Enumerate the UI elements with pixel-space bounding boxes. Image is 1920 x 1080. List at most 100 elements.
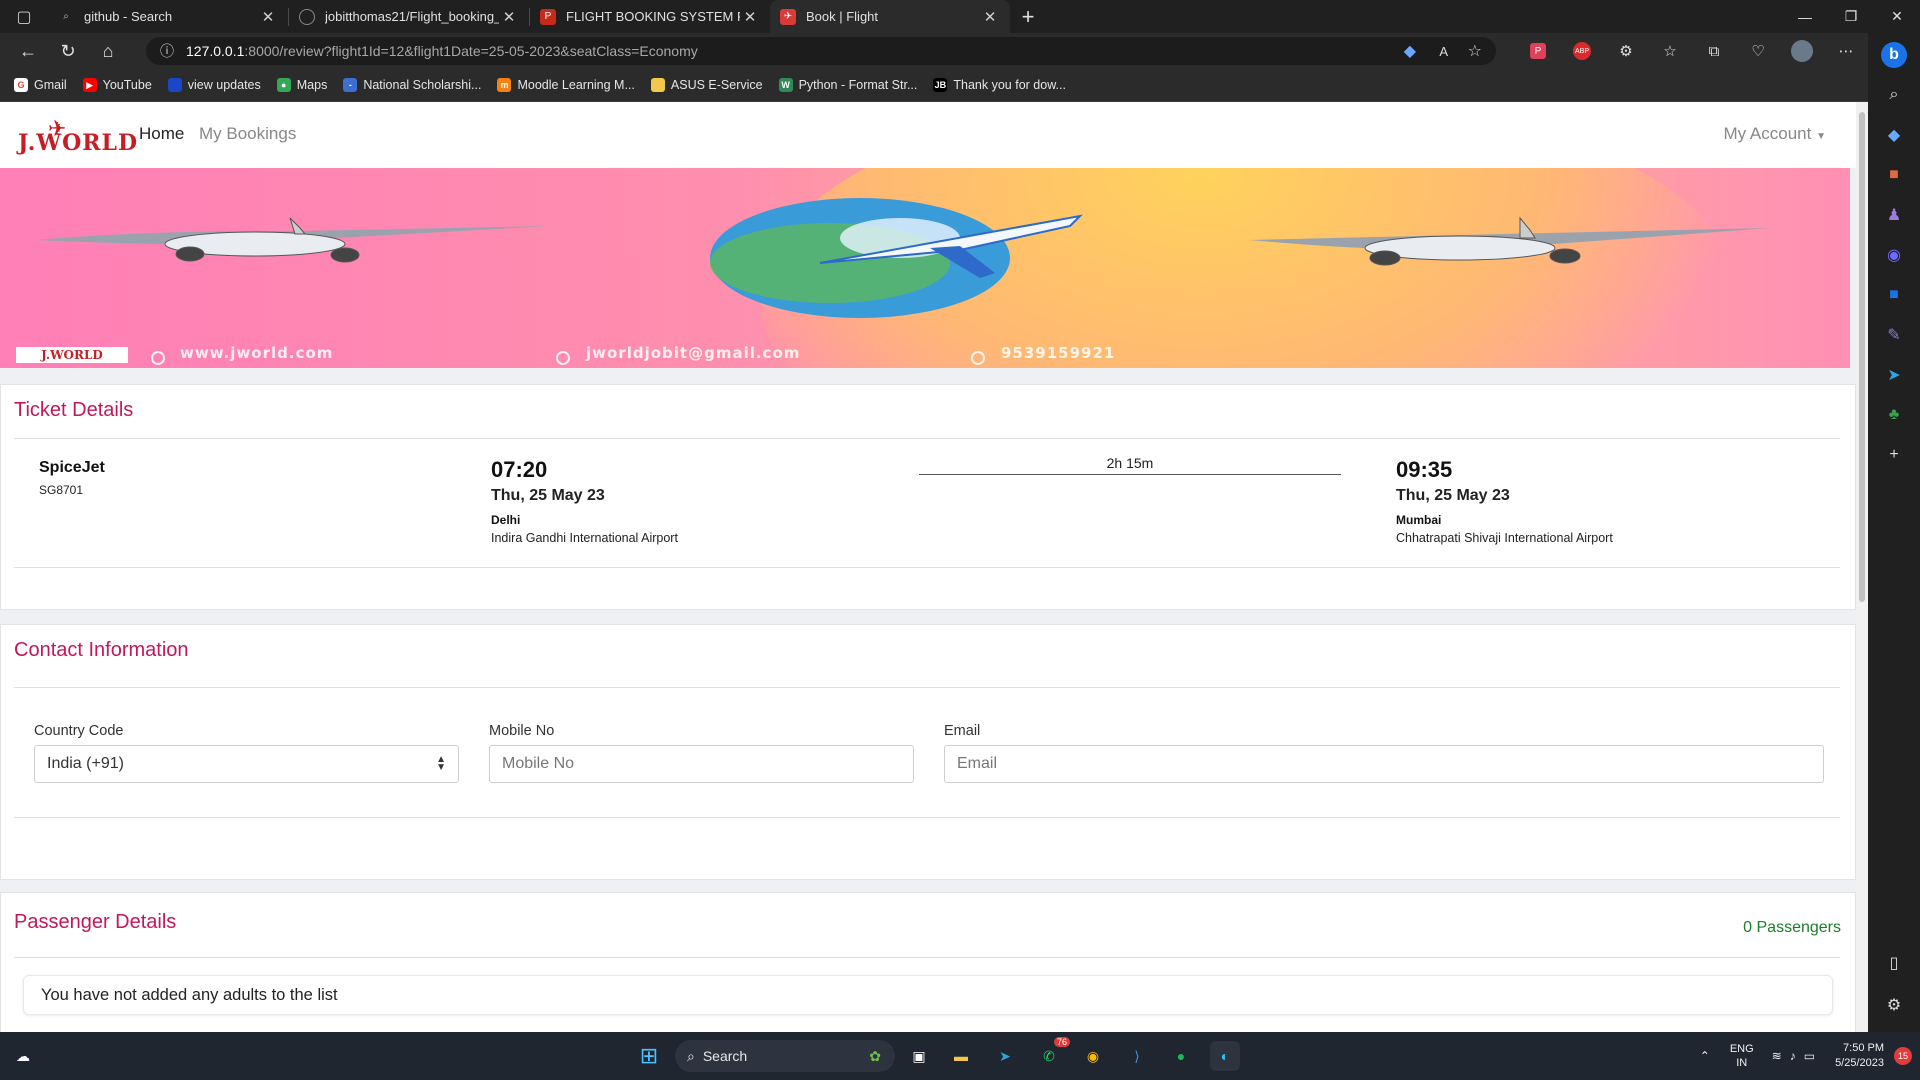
notification-badge[interactable]: 15	[1894, 1047, 1912, 1065]
departure-city: Delhi	[491, 513, 521, 527]
people-icon[interactable]: ♟	[1876, 195, 1912, 235]
flight-number: SG8701	[39, 483, 84, 497]
edge-icon[interactable]: ◐	[1210, 1041, 1240, 1071]
collections-icon[interactable]: ⧉	[1692, 33, 1736, 69]
scrollbar-thumb[interactable]	[1859, 112, 1865, 602]
bing-icon[interactable]: b	[1876, 35, 1912, 75]
chevron-up-icon[interactable]: ⌃	[1700, 1049, 1710, 1063]
spotify-icon[interactable]: ●	[1166, 1041, 1196, 1071]
divider	[14, 567, 1840, 568]
airplane-left-image	[35, 217, 550, 263]
start-icon[interactable]: ⊞	[634, 1041, 664, 1071]
shopping-tag-icon[interactable]: ◆	[1876, 115, 1912, 155]
nav-my-bookings-link[interactable]: My Bookings	[199, 124, 296, 144]
drop-icon[interactable]: ✎	[1876, 315, 1912, 355]
tab-actions-icon[interactable]: ▢	[0, 0, 48, 33]
extensions-icon[interactable]: ⚙	[1604, 33, 1648, 69]
favorites-icon[interactable]: ☆	[1648, 33, 1692, 69]
bookmark-jetbrains[interactable]: JB Thank you for dow...	[933, 78, 1066, 92]
arrival-city: Mumbai	[1396, 513, 1442, 527]
back-icon[interactable]: ←	[8, 33, 48, 69]
bookmark-asus[interactable]: ASUS E-Service	[650, 78, 763, 92]
task-view-icon[interactable]: ▣	[904, 1041, 934, 1071]
folder-icon	[650, 78, 665, 92]
tab-book-flight[interactable]: ✈ Book | Flight ✕	[770, 0, 1010, 33]
browser-toolbar: ← ↻ ⌂ ⓘ 127.0.0.1 :8000/review?flight1Id…	[0, 33, 1868, 69]
search-icon: ⌕	[687, 1047, 695, 1064]
bookmark-moodle[interactable]: m Moodle Learning M...	[497, 78, 635, 92]
hero-banner: J.WORLD www.jworld.com jworldjobit@gmail…	[0, 168, 1850, 368]
nav-home-link[interactable]: Home	[139, 124, 184, 144]
more-menu-icon[interactable]: ⋯	[1824, 33, 1868, 69]
bookmark-scholarship[interactable]: - National Scholarshi...	[343, 78, 481, 92]
address-bar[interactable]: ⓘ 127.0.0.1 :8000/review?flight1Id=12&fl…	[146, 37, 1496, 65]
settings-icon[interactable]: ⚙	[1876, 985, 1912, 1025]
search-icon[interactable]: ⌕	[1876, 75, 1912, 115]
home-icon[interactable]: ⌂	[88, 33, 128, 69]
bookmark-maps[interactable]: ● Maps	[276, 78, 328, 92]
close-icon[interactable]: ✕	[740, 8, 760, 26]
new-tab-button[interactable]: +	[1010, 0, 1046, 33]
battery-icon[interactable]: ▭	[1804, 1049, 1815, 1063]
mobile-input[interactable]	[489, 745, 914, 783]
whatsapp-icon[interactable]: ✆ 76	[1034, 1037, 1070, 1071]
bookmark-view-updates[interactable]: view updates	[167, 78, 261, 92]
my-account-dropdown[interactable]: My Account ▼	[1723, 124, 1826, 144]
departure-airport: Indira Gandhi International Airport	[491, 531, 678, 545]
minimize-icon[interactable]: —	[1782, 0, 1828, 33]
volume-icon[interactable]: ♪	[1790, 1049, 1796, 1063]
taskbar-search[interactable]: ⌕ Search ✿	[675, 1040, 895, 1072]
games-icon[interactable]: ◉	[1876, 235, 1912, 275]
bookmark-youtube[interactable]: ▶ YouTube	[82, 78, 152, 92]
country-code-select[interactable]: India (+91) ▲ ▼	[34, 745, 459, 783]
departure-time: 07:20	[491, 457, 548, 482]
profile-avatar[interactable]	[1780, 33, 1824, 69]
close-icon[interactable]: ✕	[499, 8, 519, 26]
jworld-logo[interactable]: ✈ J.WORLD	[18, 116, 137, 156]
tools-icon[interactable]: ■	[1876, 155, 1912, 195]
browser-tab-bar: ▢ ⌕ github - Search ✕ jobitthomas21/Flig…	[0, 0, 1920, 33]
sidebar-toggle-icon[interactable]: ▯	[1876, 943, 1912, 983]
tree-icon[interactable]: ♣	[1876, 395, 1912, 435]
email-input[interactable]	[944, 745, 1824, 783]
clock-time: 7:50 PM	[1843, 1042, 1884, 1054]
plane-icon: ✈	[780, 8, 796, 25]
tab-pdf[interactable]: P FLIGHT BOOKING SYSTEM FINAL ✕	[530, 0, 770, 33]
tab-github-search[interactable]: ⌕ github - Search ✕	[48, 0, 288, 33]
search-icon: ⌕	[63, 11, 69, 22]
chrome-icon[interactable]: ◉	[1078, 1041, 1108, 1071]
outlook-icon[interactable]: ■	[1876, 275, 1912, 315]
bookmark-label: view updates	[187, 78, 261, 92]
wifi-icon[interactable]: ≋	[1772, 1049, 1782, 1063]
banner-artwork	[35, 198, 1770, 365]
language-indicator[interactable]: ENG IN	[1730, 1042, 1754, 1070]
favorite-star-icon[interactable]: ☆	[1468, 41, 1482, 61]
brand-name: J.WORLD	[18, 130, 139, 156]
close-window-icon[interactable]: ✕	[1874, 0, 1920, 33]
tab-github-repo[interactable]: jobitthomas21/Flight_booking_S ✕	[289, 0, 529, 33]
close-icon[interactable]: ✕	[980, 8, 1000, 26]
weather-icon[interactable]: ☁	[8, 1041, 38, 1071]
close-icon[interactable]: ✕	[258, 8, 278, 26]
health-icon[interactable]: ♡	[1736, 33, 1780, 69]
telegram-icon[interactable]: ➤	[1876, 355, 1912, 395]
clock[interactable]: 7:50 PM 5/25/2023	[1835, 1041, 1884, 1071]
file-explorer-icon[interactable]: ▬	[946, 1041, 976, 1071]
google-icon: G	[14, 78, 28, 92]
vscode-icon[interactable]: ⟩	[1122, 1041, 1152, 1071]
pocket-icon[interactable]: P	[1516, 33, 1560, 69]
adblock-icon[interactable]: ABP	[1560, 33, 1604, 69]
refresh-icon[interactable]: ↻	[48, 33, 88, 69]
bookmark-python[interactable]: W Python - Format Str...	[778, 78, 917, 92]
coupon-icon[interactable]: ◆	[1404, 41, 1416, 61]
restore-icon[interactable]: ❐	[1828, 0, 1874, 33]
bookmark-label: Maps	[296, 78, 328, 92]
site-info-icon[interactable]: ⓘ	[160, 41, 174, 61]
read-aloud-icon[interactable]: A	[1439, 44, 1448, 59]
ticket-details-title: Ticket Details	[14, 399, 134, 421]
telegram-icon[interactable]: ➤	[990, 1041, 1020, 1071]
bookmark-gmail[interactable]: G Gmail	[14, 78, 67, 92]
page-scrollbar[interactable]	[1856, 102, 1868, 1032]
window-controls: — ❐ ✕	[1782, 0, 1920, 33]
add-icon[interactable]: +	[1876, 435, 1912, 475]
